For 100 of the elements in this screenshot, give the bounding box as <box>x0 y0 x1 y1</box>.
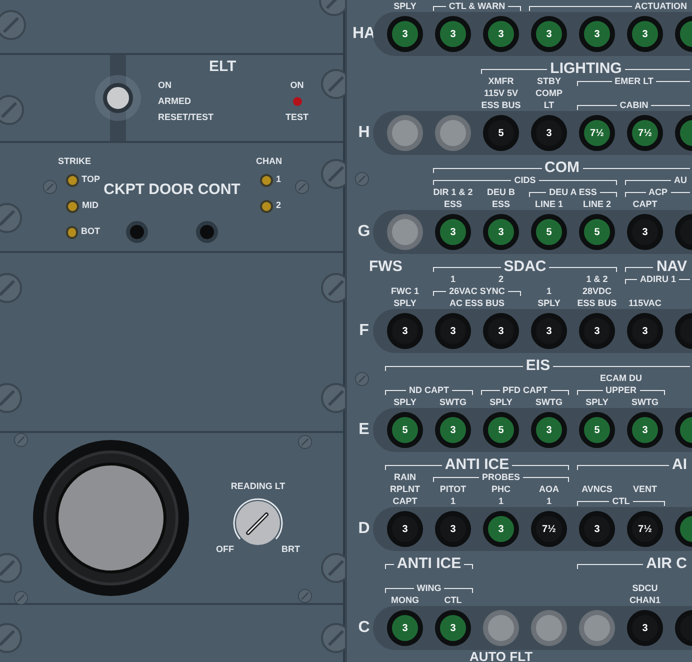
circuit-breaker[interactable] <box>435 115 471 151</box>
circuit-breaker[interactable]: 3 <box>627 214 663 250</box>
circuit-breaker[interactable] <box>387 115 423 151</box>
circuit-breaker[interactable]: 3 <box>531 115 567 151</box>
row-label: D <box>357 519 371 539</box>
circuit-breaker[interactable]: 5 <box>483 412 519 448</box>
group-label: NAV <box>655 261 688 273</box>
circuit-breaker[interactable]: 3 <box>435 214 471 250</box>
column-label: AVNCS <box>580 483 614 495</box>
group-label: CABIN <box>618 99 650 111</box>
circuit-breaker[interactable]: 3 <box>579 16 615 52</box>
group-label: EIS <box>524 360 552 372</box>
circuit-breaker[interactable]: 3 <box>627 412 663 448</box>
circuit-breaker[interactable]: 3 <box>387 511 423 547</box>
circuit-breaker[interactable]: 3 <box>387 610 423 646</box>
circuit-breaker[interactable]: 3 <box>483 313 519 349</box>
column-label: STBY COMP LT <box>534 75 564 111</box>
min-label: OFF <box>216 543 234 556</box>
circuit-breaker[interactable]: 3 <box>435 412 471 448</box>
circuit-breaker[interactable]: 5 <box>531 214 567 250</box>
chan-label: CHAN <box>256 155 282 167</box>
circuit-breaker[interactable]: 7½ <box>627 511 663 547</box>
group-label: PROBES <box>481 471 522 483</box>
row-label: C <box>357 618 371 638</box>
circuit-breaker[interactable]: 3 <box>387 313 423 349</box>
group-label: EMER LT <box>614 75 654 87</box>
circuit-breaker[interactable] <box>579 610 615 646</box>
column-label: 1 <box>449 273 456 285</box>
column-label: AC ESS BUS <box>448 297 506 309</box>
toggle-switch[interactable] <box>103 83 133 113</box>
row-label: G <box>356 222 372 242</box>
circuit-breaker[interactable]: 3 <box>531 16 567 52</box>
column-label: SWTG <box>534 396 564 408</box>
max-label: BRT <box>282 543 300 556</box>
circuit-breaker[interactable]: 3 <box>627 313 663 349</box>
screw-icon <box>43 180 57 194</box>
circuit-breaker[interactable]: 3 <box>435 610 471 646</box>
circuit-breaker[interactable]: 5 <box>579 412 615 448</box>
indicator-light <box>66 200 79 212</box>
circuit-breaker[interactable] <box>531 610 567 646</box>
group-label: DEU A ESS <box>548 186 598 198</box>
jack-socket <box>196 221 218 243</box>
group-label: WING <box>416 582 442 594</box>
row-label: HA <box>351 24 377 44</box>
circuit-breaker[interactable]: 3 <box>483 16 519 52</box>
circuit-breaker[interactable]: 7½ <box>531 511 567 547</box>
column-label: RAIN RPLNT CAPT <box>389 471 421 507</box>
column-label: 1 SPLY <box>536 285 562 309</box>
column-label: PITOT 1 <box>438 483 468 507</box>
column-label: CAPT <box>632 198 658 210</box>
circuit-breaker[interactable]: 3 <box>435 16 471 52</box>
group-label: AUTO FLT <box>468 650 534 662</box>
column-label: 1 & 2 28VDC ESS BUS <box>576 273 618 309</box>
column-label: SPLY <box>392 396 418 408</box>
column-label: 115VAC <box>628 297 662 309</box>
column-label: XMFR 115V 5V ESS BUS <box>480 75 522 111</box>
circuit-breaker[interactable]: 7½ <box>579 115 615 151</box>
group-label: ANTI ICE <box>444 459 510 471</box>
column-label: 2 <box>497 273 504 285</box>
circuit-breaker[interactable] <box>387 214 423 250</box>
group-label: ND CAPT <box>408 384 450 396</box>
column-label: DIR 1 & 2 ESS <box>432 186 474 210</box>
group-label: COM <box>544 162 580 174</box>
group-label: ANTI ICE <box>396 558 462 570</box>
column-label: AOA 1 <box>538 483 560 507</box>
screw-icon <box>295 180 309 194</box>
circuit-breaker[interactable]: 3 <box>531 412 567 448</box>
column-label: SPLY <box>488 396 514 408</box>
column-label: SWTG <box>438 396 468 408</box>
column-label: SPLY <box>584 396 610 408</box>
group-label: AU <box>673 174 688 186</box>
circuit-breaker[interactable]: 3 <box>435 511 471 547</box>
group-label: PFD CAPT <box>502 384 548 396</box>
circuit-breaker[interactable]: 3 <box>483 214 519 250</box>
circuit-breaker[interactable]: 5 <box>483 115 519 151</box>
circuit-breaker[interactable]: 3 <box>531 313 567 349</box>
circuit-breaker[interactable]: 5 <box>579 214 615 250</box>
group-label: ACTUATION <box>634 0 688 12</box>
screw-icon <box>355 172 369 186</box>
circuit-breaker[interactable]: 3 <box>435 313 471 349</box>
indicator-label: ON <box>290 79 304 92</box>
circuit-breaker[interactable]: 3 <box>627 16 663 52</box>
circuit-breaker[interactable]: 3 <box>579 511 615 547</box>
screw-icon <box>298 435 312 449</box>
column-label: DEU B ESS <box>486 186 516 210</box>
circuit-breaker[interactable]: 3 <box>579 313 615 349</box>
circuit-breaker[interactable]: 5 <box>387 412 423 448</box>
column-label: SDCU CHAN1 <box>628 582 662 606</box>
switch-position-label: RESET/TEST <box>158 111 214 124</box>
jack-socket <box>126 221 148 243</box>
circuit-breaker[interactable] <box>483 610 519 646</box>
circuit-breaker[interactable]: 7½ <box>627 115 663 151</box>
column-label: VENT <box>632 483 658 495</box>
light-label: MID <box>82 199 98 212</box>
circuit-breaker[interactable]: 3 <box>387 16 423 52</box>
circuit-breaker[interactable]: 3 <box>483 511 519 547</box>
section-title: FWS <box>368 261 404 273</box>
group-label: 26VAC SYNC <box>448 285 506 297</box>
circuit-breaker[interactable]: 3 <box>627 610 663 646</box>
indicator-light <box>260 174 273 186</box>
